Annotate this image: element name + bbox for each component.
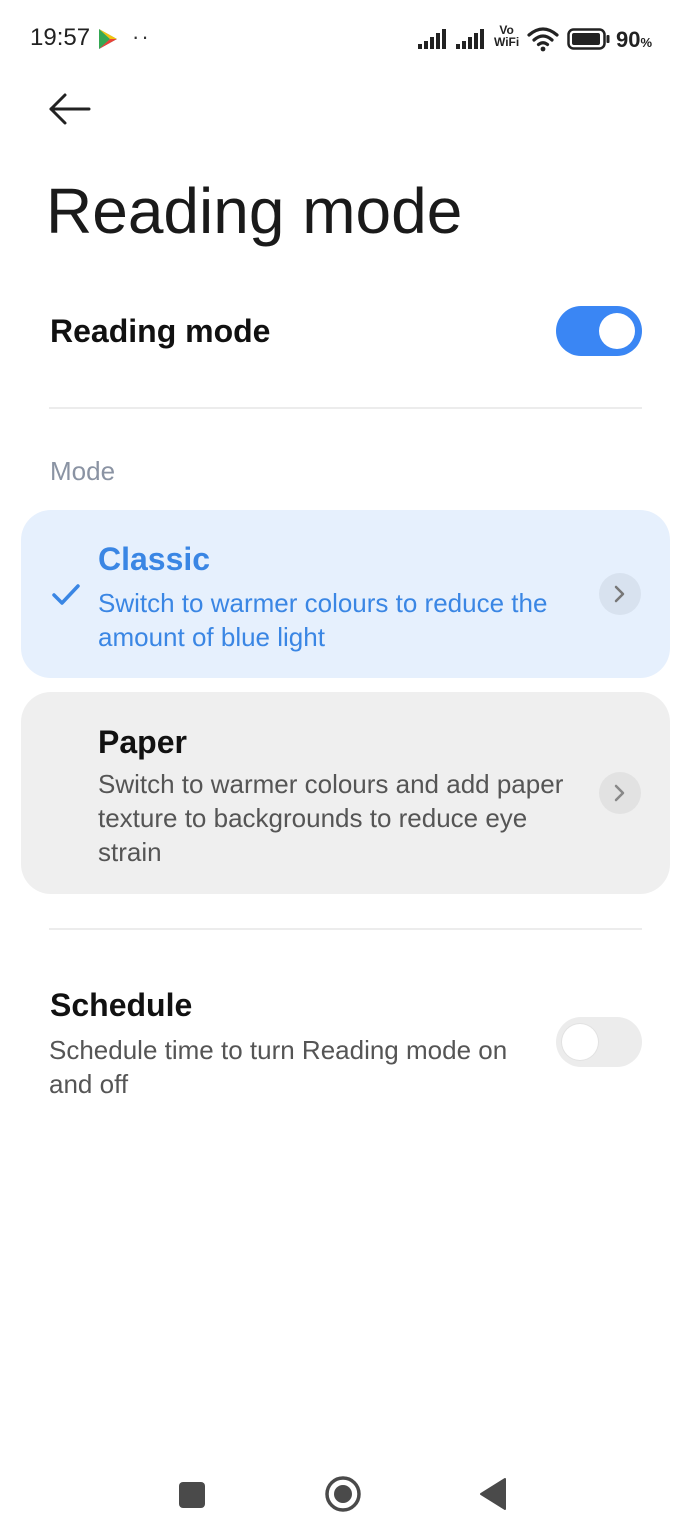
signal-icon [456,29,484,49]
schedule-description: Schedule time to turn Reading mode on an… [49,1035,508,1099]
back-button[interactable] [44,86,96,132]
battery-percent: 90% [616,27,652,53]
play-store-icon [99,29,117,49]
reading-mode-label: Reading mode [50,313,271,349]
mode-section-label: Mode [50,456,116,486]
schedule-label: Schedule [50,987,193,1023]
mode-option-title: Paper [98,724,187,760]
battery-percent-sign: % [640,35,653,50]
page-title: Reading mode [46,175,463,247]
chevron-right-button[interactable] [599,772,641,814]
mode-option-paper[interactable]: Paper Switch to warmer colours and add p… [21,692,670,894]
signal-icon [418,29,446,49]
back-icon[interactable] [478,1477,508,1511]
arrow-left-icon [49,93,91,125]
checkmark-icon [52,584,80,605]
toggle-knob [562,1024,598,1060]
chevron-right-button[interactable] [599,573,641,615]
status-time: 19:57 [30,24,91,51]
divider [49,928,642,930]
chevron-right-icon [614,784,625,802]
notification-dots-icon: ·· [132,24,151,49]
navigation-bar [0,1455,691,1536]
mode-option-title: Classic [98,541,211,577]
vowifi-icon: Vo WiFi [494,24,519,48]
chevron-right-icon [614,585,625,603]
status-bar: 19:57 ·· Vo WiFi 90% [0,0,691,78]
mode-option-classic[interactable]: Classic Switch to warmer colours to redu… [21,510,670,678]
schedule-toggle[interactable] [556,1017,642,1067]
divider [49,407,642,409]
battery-percent-value: 90 [616,27,641,52]
vowifi-bottom-label: WiFi [494,35,520,49]
mode-option-description: Switch to warmer colours and add paper t… [98,769,564,867]
reading-mode-toggle[interactable] [556,306,642,356]
wifi-icon [527,27,559,52]
battery-icon [567,28,610,50]
home-icon[interactable] [324,1475,362,1513]
recent-apps-icon[interactable] [177,1480,207,1510]
mode-option-description: Switch to warmer colours to reduce the a… [98,588,548,652]
toggle-knob [599,313,635,349]
